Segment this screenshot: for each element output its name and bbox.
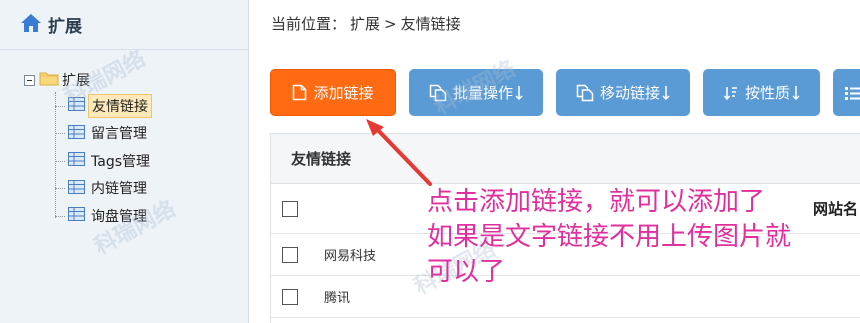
sidebar-item-label: 内链管理 [91,181,147,198]
breadcrumb-current: 友情链接 [400,15,461,33]
breadcrumb-prefix: 当前位置： [271,15,347,33]
annotation-text: 点击添加链接，就可以添加了 如果是文字链接不用上传图片就 可以了 [427,185,857,290]
sidebar-header[interactable]: 扩展 [0,0,248,50]
move-link-button[interactable]: 移动链接 [556,69,690,116]
annotation-line: 点击添加链接，就可以添加了 [427,187,766,217]
tree-children: 友情链接 留言管理 Tags管理 内链管理 询盘管理 [44,92,153,230]
sidebar-item-tags[interactable]: Tags管理 [44,147,153,175]
move-link-label: 移动链接 [599,84,660,102]
arrow-down-icon [662,85,670,100]
home-icon [20,13,42,37]
add-link-label: 添加链接 [313,84,374,102]
row-checkbox[interactable] [282,246,298,263]
tree-root-label: 扩展 [62,73,90,89]
batch-operation-label: 批量操作 [452,84,513,102]
breadcrumb-separator: > [384,15,397,33]
file-icon [293,84,307,101]
table-icon [68,151,85,170]
sidebar-item-label: 留言管理 [91,126,147,143]
collapse-icon[interactable] [24,74,35,86]
toolbar: 添加链接 批量操作 移动链接 按性质 [270,69,860,116]
sidebar-item-internal-links[interactable]: 内链管理 [44,175,153,203]
sort-icon [723,86,737,100]
breadcrumb: 当前位置： 扩展 > 友情链接 [271,13,465,34]
arrow-down-icon [792,85,800,100]
sidebar-item-messages[interactable]: 留言管理 [44,120,153,148]
more-button[interactable] [833,69,860,116]
row-checkbox[interactable] [282,288,298,305]
sidebar-item-label: 询盘管理 [91,208,147,225]
select-all-checkbox[interactable] [282,200,298,217]
table-icon [68,124,85,143]
copy-icon [576,84,594,101]
batch-operation-button[interactable]: 批量操作 [409,69,543,116]
sort-by-nature-label: 按性质 [744,84,790,102]
sidebar-item-friend-links[interactable]: 友情链接 [44,92,153,120]
list-icon [845,86,860,100]
annotation-line: 可以了 [427,257,506,287]
folder-icon [39,70,59,90]
table-icon [68,206,85,225]
sidebar-tree: 扩展 友情链接 留言管理 Tags管理 内链管理 询盘管理 [24,68,153,230]
table-icon [68,96,85,115]
annotation-line: 如果是文字链接不用上传图片就 [427,222,792,252]
link-name[interactable]: 网易科技 [324,245,376,264]
table-icon [68,179,85,198]
add-link-button[interactable]: 添加链接 [270,69,396,116]
link-name[interactable]: 腾讯 [324,287,350,306]
breadcrumb-parent[interactable]: 扩展 [350,15,380,33]
sidebar-item-label: Tags管理 [91,153,150,170]
sidebar-item-label: 友情链接 [88,93,152,118]
sort-by-nature-button[interactable]: 按性质 [703,69,820,116]
arrow-down-icon [515,85,523,100]
sidebar-title: 扩展 [48,17,82,37]
sidebar: 扩展 扩展 友情链接 留言管理 Tags管理 内链管理 询盘管理 科瑞网络 科瑞… [0,0,249,323]
tree-root[interactable]: 扩展 [24,68,153,92]
copy-icon [429,84,447,101]
sidebar-item-inquiries[interactable]: 询盘管理 [44,202,153,230]
